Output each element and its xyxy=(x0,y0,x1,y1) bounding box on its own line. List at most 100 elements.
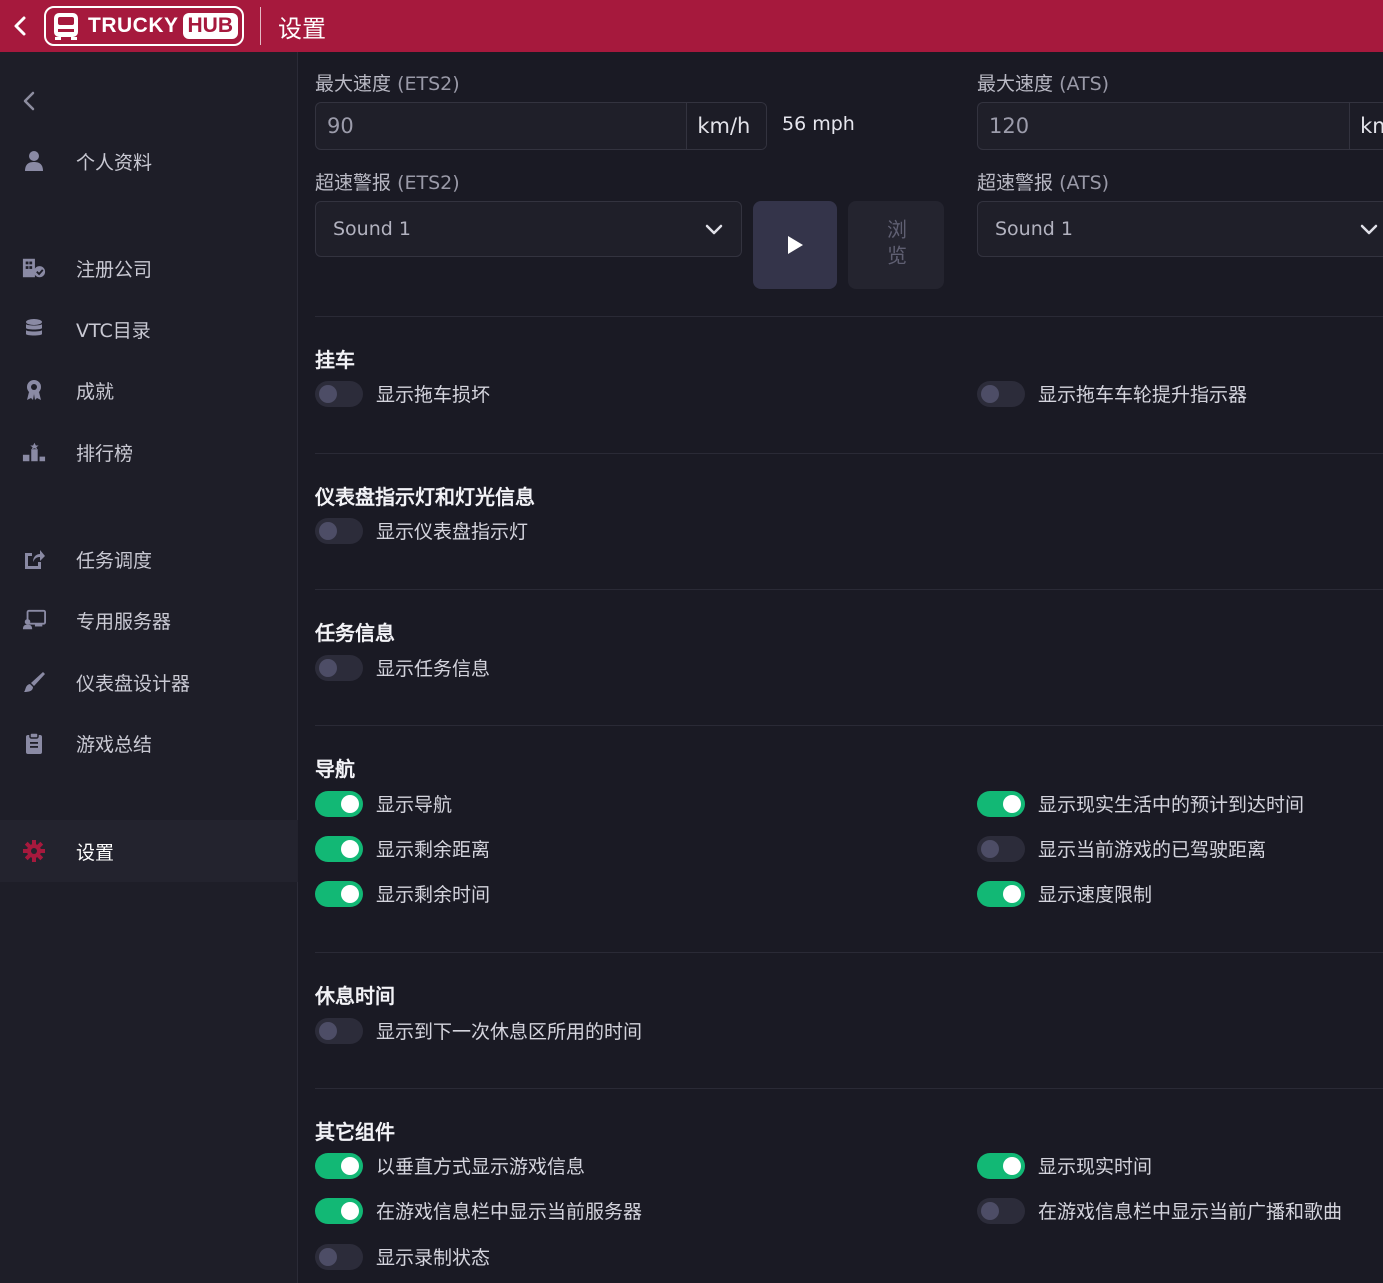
select-value: Sound 1 xyxy=(995,218,1073,240)
trucky-hub-logo[interactable]: TRUCKY HUB xyxy=(44,6,244,46)
toggle-real-time[interactable]: 显示现实时间 xyxy=(977,1152,1152,1179)
toggle-switch[interactable] xyxy=(315,835,363,862)
play-sound-button[interactable] xyxy=(753,201,837,289)
speed-alarm-ats-label: 超速警报 (ATS) xyxy=(977,172,1110,194)
toggle-radio-song[interactable]: 在游戏信息栏中显示当前广播和歌曲 xyxy=(977,1197,1342,1224)
speed-alarm-ets2-label: 超速警报 (ETS2) xyxy=(315,172,460,194)
toggle-label: 显示拖车车轮提升指示器 xyxy=(1038,384,1248,406)
toggle-real-eta[interactable]: 显示现实生活中的预计到达时间 xyxy=(977,790,1304,817)
toggle-remaining-distance[interactable]: 显示剩余距离 xyxy=(315,835,490,862)
section-title-navigation: 导航 xyxy=(315,757,355,781)
sidebar-item-label: 游戏总结 xyxy=(76,733,153,756)
section-divider xyxy=(315,589,1383,590)
mph-conversion: 56 mph xyxy=(782,113,855,135)
toggle-switch[interactable] xyxy=(315,1152,363,1179)
section-divider xyxy=(315,1088,1383,1089)
chevron-down-icon xyxy=(705,224,723,235)
toggle-switch[interactable] xyxy=(315,880,363,907)
sidebar-item-profile[interactable]: 个人资料 xyxy=(0,133,298,189)
section-divider xyxy=(315,952,1383,953)
toggle-switch[interactable] xyxy=(315,517,363,544)
toggle-knob xyxy=(341,839,359,858)
toggle-label: 显示当前游戏的已驾驶距离 xyxy=(1038,839,1267,861)
settings-panel: 最大速度 (ETS2) km/h 56 mph 最大速度 (ATS) km/h … xyxy=(299,52,1383,1283)
toggle-knob xyxy=(319,658,337,677)
section-title-job: 任务信息 xyxy=(315,621,395,645)
header-divider xyxy=(260,7,261,45)
toggle-switch[interactable] xyxy=(315,1197,363,1224)
toggle-switch[interactable] xyxy=(977,835,1025,862)
toggle-label: 显示现实生活中的预计到达时间 xyxy=(1038,794,1305,816)
toggle-switch[interactable] xyxy=(977,880,1025,907)
section-divider xyxy=(315,453,1383,454)
chevron-left-icon xyxy=(23,91,35,111)
toggle-dashboard-lights[interactable]: 显示仪表盘指示灯 xyxy=(315,517,528,544)
clipboard-icon xyxy=(22,731,46,755)
award-icon xyxy=(22,378,46,402)
toggle-label: 显示速度限制 xyxy=(1038,884,1153,906)
logo-hub: HUB xyxy=(182,13,238,39)
toggle-trailer-axle[interactable]: 显示拖车车轮提升指示器 xyxy=(977,380,1247,407)
toggle-switch[interactable] xyxy=(977,790,1025,817)
speed-alarm-ats-select[interactable]: Sound 1 xyxy=(977,201,1383,257)
toggle-recording-status[interactable]: 显示录制状态 xyxy=(315,1243,490,1270)
sidebar-item-dashboard-designer[interactable]: 仪表盘设计器 xyxy=(0,654,298,710)
section-divider xyxy=(315,725,1383,726)
toggle-knob xyxy=(981,1201,999,1220)
sidebar-item-label: 设置 xyxy=(76,841,115,864)
database-icon xyxy=(22,317,46,341)
browse-button[interactable]: 浏览 xyxy=(848,201,944,289)
share-square-icon xyxy=(22,547,46,571)
toggle-speed-limit[interactable]: 显示速度限制 xyxy=(977,880,1152,907)
unit-suffix: km/h xyxy=(686,103,766,149)
toggle-label: 显示仪表盘指示灯 xyxy=(376,521,529,543)
toggle-switch[interactable] xyxy=(315,380,363,407)
toggle-switch[interactable] xyxy=(977,1197,1025,1224)
toggle-remaining-time[interactable]: 显示剩余时间 xyxy=(315,880,490,907)
toggle-knob xyxy=(319,384,337,403)
toggle-trailer-damage[interactable]: 显示拖车损坏 xyxy=(315,380,490,407)
server-chalkboard-icon xyxy=(22,608,46,632)
sidebar-item-register-company[interactable]: 注册公司 xyxy=(0,240,298,296)
toggle-next-rest[interactable]: 显示到下一次休息区所用的时间 xyxy=(315,1017,642,1044)
toggle-label: 显示剩余时间 xyxy=(376,884,491,906)
max-speed-ets2-label: 最大速度 (ETS2) xyxy=(315,73,460,95)
toggle-label: 显示任务信息 xyxy=(376,658,491,680)
sidebar-item-label: 注册公司 xyxy=(76,258,153,281)
max-speed-ets2-input[interactable] xyxy=(316,103,687,149)
toggle-label: 显示到下一次休息区所用的时间 xyxy=(376,1021,643,1043)
toggle-switch[interactable] xyxy=(977,380,1025,407)
max-speed-ats-label: 最大速度 (ATS) xyxy=(977,73,1110,95)
toggle-current-server[interactable]: 在游戏信息栏中显示当前服务器 xyxy=(315,1197,642,1224)
toggle-switch[interactable] xyxy=(315,654,363,681)
toggle-driven-distance[interactable]: 显示当前游戏的已驾驶距离 xyxy=(977,835,1266,862)
sidebar-item-dedicated-server[interactable]: 专用服务器 xyxy=(0,592,298,648)
sidebar-item-label: 排行榜 xyxy=(76,442,134,465)
toggle-knob xyxy=(319,1247,337,1266)
sidebar-collapse-button[interactable] xyxy=(22,90,46,120)
toggle-vertical-info[interactable]: 以垂直方式显示游戏信息 xyxy=(315,1152,585,1179)
sidebar-item-leaderboard[interactable]: 排行榜 xyxy=(0,424,298,480)
toggle-switch[interactable] xyxy=(315,1017,363,1044)
sidebar-item-label: 专用服务器 xyxy=(76,610,172,633)
section-title-rest: 休息时间 xyxy=(315,984,395,1008)
sidebar-item-achievements[interactable]: 成就 xyxy=(0,362,298,418)
toggle-switch[interactable] xyxy=(977,1152,1025,1179)
speed-alarm-ets2-select[interactable]: Sound 1 xyxy=(315,201,742,257)
toggle-knob xyxy=(981,384,999,403)
toggle-job-info[interactable]: 显示任务信息 xyxy=(315,654,490,681)
toggle-label: 显示录制状态 xyxy=(376,1247,491,1269)
building-check-icon xyxy=(22,256,46,280)
podium-icon xyxy=(22,440,46,464)
section-title-dashboard: 仪表盘指示灯和灯光信息 xyxy=(315,485,535,509)
toggle-switch[interactable] xyxy=(315,790,363,817)
sidebar-item-game-summary[interactable]: 游戏总结 xyxy=(0,715,298,771)
sidebar-item-job-dispatch[interactable]: 任务调度 xyxy=(0,531,298,587)
max-speed-ats-input[interactable] xyxy=(978,103,1350,149)
sidebar-item-settings[interactable]: 设置 xyxy=(0,820,298,882)
sidebar-item-vtc-directory[interactable]: VTC目录 xyxy=(0,301,298,357)
page-title: 设置 xyxy=(278,14,326,43)
back-button[interactable] xyxy=(0,0,40,52)
toggle-show-navigation[interactable]: 显示导航 xyxy=(315,790,452,817)
toggle-switch[interactable] xyxy=(315,1243,363,1270)
